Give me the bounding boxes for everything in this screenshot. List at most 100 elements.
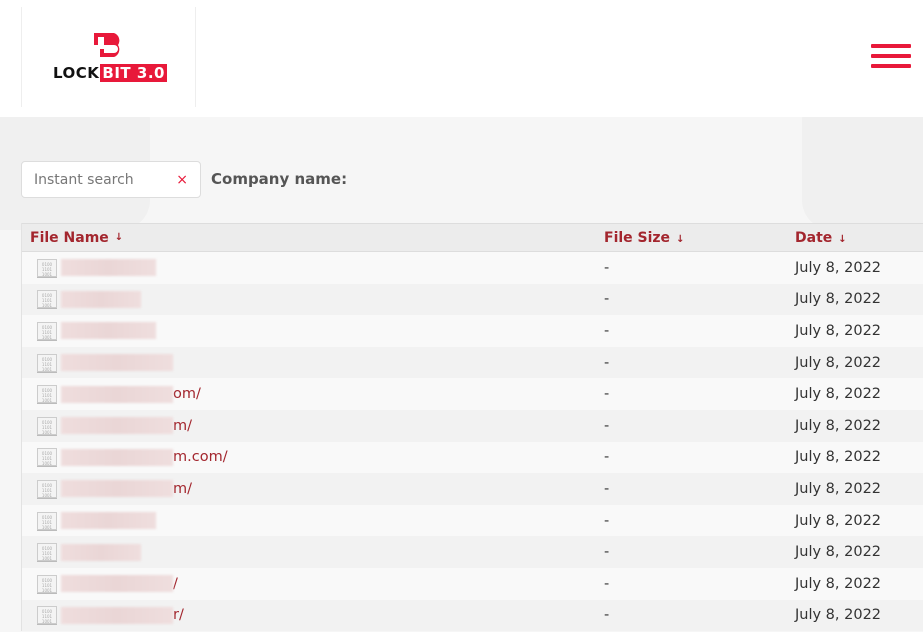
date-cell: July 8, 2022 (795, 291, 882, 308)
table-row: 0100 1101 1001 - July 8, 2022 (22, 536, 923, 568)
file-size-cell: - (604, 607, 610, 624)
lockbit-logo-icon (94, 33, 120, 57)
redacted-text (61, 259, 156, 277)
table-row: 0100 1101 1001 m/- July 8, 2022 (22, 473, 923, 505)
sort-arrow-icon: ↓ (676, 233, 685, 245)
clear-search-icon[interactable]: × (176, 172, 188, 188)
table-row: 0100 1101 1001 om/- July 8, 2022 (22, 378, 923, 410)
file-name-cell: 0100 1101 1001 (22, 511, 596, 530)
date-cell: July 8, 2022 (795, 354, 882, 371)
table-row: 0100 1101 1001 m/- July 8, 2022 (22, 409, 923, 442)
redacted-text (61, 543, 141, 561)
file-link[interactable] (61, 322, 156, 340)
redacted-text (61, 417, 173, 435)
sort-arrow-icon: ↓ (838, 233, 847, 245)
table-row: 0100 1101 1001 - July 8, 2022 (22, 315, 923, 347)
file-link[interactable]: / (61, 575, 178, 593)
hamburger-menu-icon[interactable] (871, 44, 911, 70)
header-file-size[interactable]: File Size ↓ (596, 230, 787, 246)
file-icon: 0100 1101 1001 (37, 416, 57, 435)
date-cell: July 8, 2022 (795, 607, 882, 624)
file-size-cell: - (604, 259, 610, 276)
company-name-label: Company name: (211, 170, 348, 188)
date-cell: July 8, 2022 (795, 322, 882, 339)
file-name-cell: 0100 1101 1001 r/ (22, 606, 596, 625)
table-row: 0100 1101 1001 - July 8, 2022 (22, 252, 923, 284)
table-row: 0100 1101 1001 m.com/- July 8, 2022 (22, 441, 923, 474)
file-size-cell: - (604, 544, 610, 561)
file-icon: 0100 1101 1001 (37, 353, 57, 372)
file-name-cell: 0100 1101 1001 (22, 290, 596, 309)
file-size-cell: - (604, 575, 610, 592)
redacted-text (61, 354, 173, 372)
file-link[interactable]: m/ (61, 480, 192, 498)
file-size-cell: - (604, 480, 610, 497)
file-size-cell: - (604, 449, 610, 466)
redacted-text (61, 290, 141, 308)
header-file-name[interactable]: File Name ↓ (22, 230, 596, 246)
file-name-cell: 0100 1101 1001 (22, 258, 596, 277)
file-size-cell: - (604, 354, 610, 371)
file-link[interactable] (61, 354, 173, 372)
redacted-text (61, 322, 156, 340)
file-link[interactable]: om/ (61, 385, 201, 403)
date-cell: July 8, 2022 (795, 386, 882, 403)
file-size-cell: - (604, 291, 610, 308)
date-cell: July 8, 2022 (795, 575, 882, 592)
date-cell: July 8, 2022 (795, 512, 882, 529)
file-name-cell: 0100 1101 1001 m.com/ (22, 448, 596, 467)
file-size-cell: - (604, 512, 610, 529)
file-name-cell: 0100 1101 1001 m/ (22, 416, 596, 435)
file-icon: 0100 1101 1001 (37, 258, 57, 277)
redacted-text (61, 385, 173, 403)
file-size-cell: - (604, 417, 610, 434)
file-link[interactable]: r/ (61, 606, 184, 624)
table-header: File Name ↓ File Size ↓ Date ↓ (22, 223, 923, 252)
logo-word: LOCK (53, 64, 100, 82)
file-icon: 0100 1101 1001 (37, 479, 57, 498)
date-cell: July 8, 2022 (795, 449, 882, 466)
header-date[interactable]: Date ↓ (787, 230, 847, 246)
file-name-cell: 0100 1101 1001 m/ (22, 479, 596, 498)
file-icon: 0100 1101 1001 (37, 448, 57, 467)
table-row: 0100 1101 1001 - July 8, 2022 (22, 504, 923, 537)
file-size-cell: - (604, 322, 610, 339)
date-cell: July 8, 2022 (795, 480, 882, 497)
date-cell: July 8, 2022 (795, 417, 882, 434)
instant-search: × (21, 161, 201, 198)
file-link[interactable] (61, 290, 141, 308)
table-row: 0100 1101 1001 - July 8, 2022 (22, 283, 923, 316)
redacted-text (61, 512, 156, 530)
date-cell: July 8, 2022 (795, 544, 882, 561)
file-size-cell: - (604, 386, 610, 403)
file-link[interactable]: m.com/ (61, 448, 228, 466)
search-input[interactable] (34, 171, 177, 188)
sort-arrow-icon: ↓ (114, 232, 124, 243)
file-name-cell: 0100 1101 1001 (22, 321, 596, 340)
file-link[interactable] (61, 512, 156, 530)
redacted-text (61, 575, 173, 593)
logo[interactable]: LOCK BIT 3.0 (21, 7, 196, 107)
file-icon: 0100 1101 1001 (37, 574, 57, 593)
file-name-cell: 0100 1101 1001 (22, 543, 596, 562)
file-name-cell: 0100 1101 1001/ (22, 574, 596, 593)
redacted-text (61, 480, 173, 498)
file-link[interactable] (61, 259, 156, 277)
header: LOCK BIT 3.0 (0, 0, 923, 117)
redacted-text (61, 448, 173, 466)
date-cell: July 8, 2022 (795, 259, 882, 276)
file-icon: 0100 1101 1001 (37, 321, 57, 340)
logo-highlight: BIT 3.0 (100, 64, 167, 82)
file-icon: 0100 1101 1001 (37, 511, 57, 530)
file-icon: 0100 1101 1001 (37, 385, 57, 404)
file-link[interactable] (61, 543, 141, 561)
table-row: 0100 1101 1001 - July 8, 2022 (22, 346, 923, 379)
table-row: 0100 1101 1001/- July 8, 2022 (22, 567, 923, 600)
file-name-cell: 0100 1101 1001 om/ (22, 385, 596, 404)
file-icon: 0100 1101 1001 (37, 290, 57, 309)
file-icon: 0100 1101 1001 (37, 543, 57, 562)
file-table: File Name ↓ File Size ↓ Date ↓ 0100 1101 1001… (21, 223, 923, 632)
file-link[interactable]: m/ (61, 417, 192, 435)
file-icon: 0100 1101 1001 (37, 606, 57, 625)
file-name-cell: 0100 1101 1001 (22, 353, 596, 372)
